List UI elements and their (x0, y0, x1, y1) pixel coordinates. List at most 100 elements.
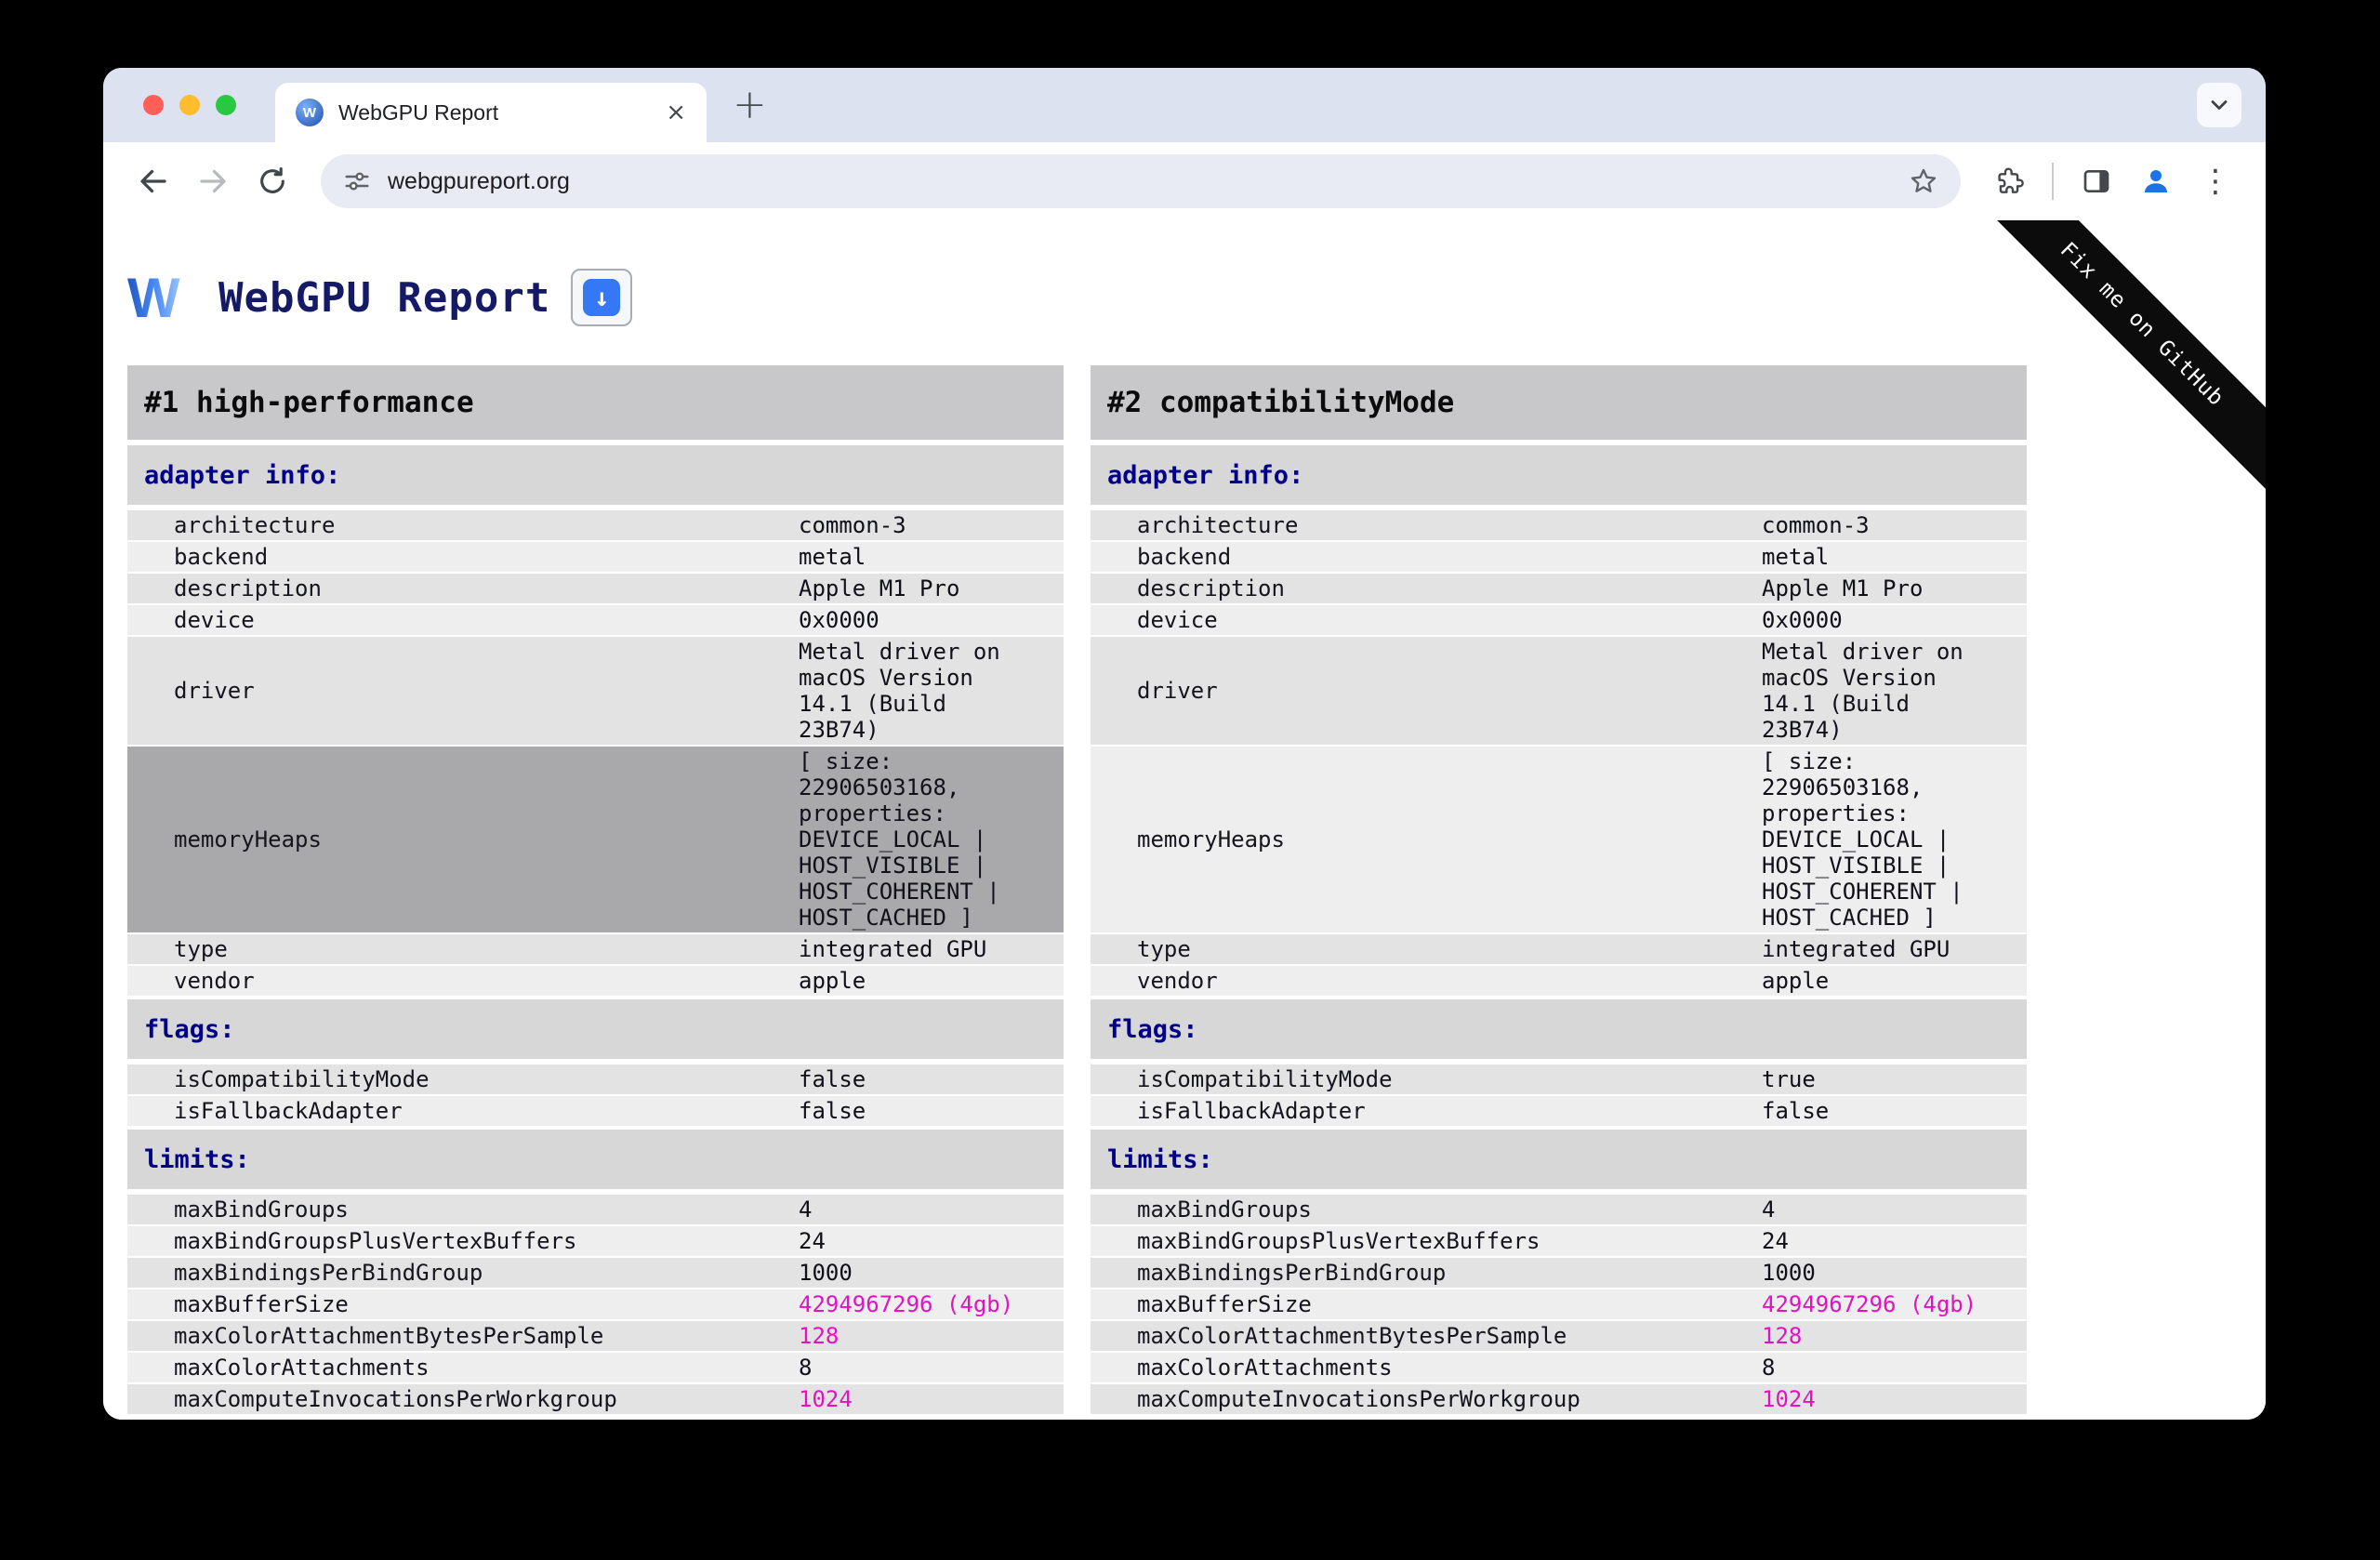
row-value: common-3 (789, 510, 1064, 540)
browser-menu-button[interactable]: ⋮ (2189, 155, 2241, 207)
tab-bar: W WebGPU Report × + (103, 68, 2266, 142)
row-key: vendor (127, 966, 789, 996)
minimize-window-button[interactable] (179, 95, 200, 115)
side-panel-button[interactable] (2070, 155, 2122, 207)
table-row: vendor apple (127, 966, 1064, 996)
row-key: maxBindGroups (1091, 1195, 1752, 1224)
webgpu-logo-icon: W (127, 271, 180, 324)
row-value: 1000 (789, 1258, 1064, 1288)
row-value: 8 (1752, 1353, 2027, 1382)
table-row: isCompatibilityMode true (1091, 1064, 2027, 1094)
row-value: apple (1752, 966, 2027, 996)
table-row: architecture common-3 (1091, 510, 2027, 540)
table-row: driver Metal driver on macOS Version 14.1… (1091, 637, 2027, 745)
row-key: description (1091, 574, 1752, 603)
table-row: maxBufferSize 4294967296 (4gb) (127, 1289, 1064, 1319)
table-row: maxBindGroups 4 (127, 1195, 1064, 1224)
row-key: maxBindGroupsPlusVertexBuffers (127, 1226, 789, 1256)
tab-search-button[interactable] (2197, 83, 2241, 127)
adapter-table-title: #1 high-performance (127, 365, 1064, 440)
table-row: maxBindGroupsPlusVertexBuffers 24 (127, 1226, 1064, 1256)
row-value: 4294967296 (4gb) (789, 1289, 1064, 1319)
forward-button[interactable] (187, 155, 239, 207)
profile-button[interactable] (2130, 155, 2182, 207)
row-value: 128 (789, 1321, 1064, 1351)
section-header: limits: (1091, 1130, 2027, 1189)
row-key: maxBindGroups (127, 1195, 789, 1224)
table-row: maxColorAttachmentBytesPerSample 128 (127, 1321, 1064, 1351)
table-row: device 0x0000 (127, 605, 1064, 635)
row-key: maxColorAttachmentBytesPerSample (127, 1321, 789, 1351)
table-row: device 0x0000 (1091, 605, 2027, 635)
table-row: backend metal (1091, 542, 2027, 572)
bookmark-star-icon[interactable] (1909, 166, 1938, 196)
section-header: flags: (1091, 999, 2027, 1059)
adapter-table: #2 compatibilityMode adapter info: archit… (1091, 365, 2027, 1416)
toolbar-divider (2052, 163, 2054, 200)
url-text[interactable]: webgpureport.org (388, 168, 1892, 195)
row-value: [ size: 22906503168, properties: DEVICE_… (789, 747, 1064, 932)
page-title: WebGPU Report (218, 273, 551, 322)
profile-avatar-icon (2145, 170, 2167, 192)
row-value: true (1752, 1064, 2027, 1094)
row-value: metal (789, 542, 1064, 572)
new-tab-button[interactable]: + (733, 85, 767, 126)
row-key: vendor (1091, 966, 1752, 996)
table-row: maxBindingsPerBindGroup 1000 (1091, 1258, 2027, 1288)
row-value: integrated GPU (1752, 934, 2027, 964)
row-value: 128 (1752, 1321, 2027, 1351)
tab-close-icon[interactable]: × (666, 99, 686, 126)
refresh-button[interactable] (246, 155, 298, 207)
table-row: maxColorAttachments 8 (127, 1353, 1064, 1382)
table-row: memoryHeaps[ size: 22906503168, properti… (127, 747, 1064, 932)
row-value: 24 (1752, 1226, 2027, 1256)
row-key: architecture (1091, 510, 1752, 540)
row-value: 1000 (1752, 1258, 2027, 1288)
back-arrow-icon (140, 169, 166, 193)
section-header: adapter info: (127, 445, 1064, 505)
adapter-table-body: adapter info: architecture common-3 backend… (1091, 445, 2027, 1414)
adapter-table-body: adapter info: architecture common-3 backend… (127, 445, 1064, 1414)
row-key: isCompatibilityMode (127, 1064, 789, 1094)
row-key: backend (127, 542, 789, 572)
traffic-lights (143, 95, 236, 115)
refresh-icon (260, 166, 284, 193)
back-button[interactable] (127, 155, 179, 207)
table-row: isFallbackAdapter false (127, 1096, 1064, 1126)
address-bar[interactable]: webgpureport.org (321, 154, 1961, 208)
table-row: architecture common-3 (127, 510, 1064, 540)
chevron-down-icon (2211, 100, 2228, 110)
page-content: W WebGPU Report ↓ Fix me on GitHub #1 hi… (103, 220, 2266, 1420)
row-key: isFallbackAdapter (1091, 1096, 1752, 1126)
forward-arrow-icon (200, 169, 226, 193)
row-key: architecture (127, 510, 789, 540)
row-value: false (1752, 1096, 2027, 1126)
table-row: maxColorAttachments 8 (1091, 1353, 2027, 1382)
row-value: common-3 (1752, 510, 2027, 540)
fullscreen-window-button[interactable] (216, 95, 236, 115)
row-value: 4 (1752, 1195, 2027, 1224)
table-row: backend metal (127, 542, 1064, 572)
row-key: memoryHeaps (1091, 747, 1752, 932)
table-row: maxBindGroups 4 (1091, 1195, 2027, 1224)
row-key: maxBindingsPerBindGroup (1091, 1258, 1752, 1288)
table-row: isFallbackAdapter false (1091, 1096, 2027, 1126)
row-key: description (127, 574, 789, 603)
tab-title: WebGPU Report (338, 99, 499, 125)
download-report-button[interactable]: ↓ (571, 269, 633, 326)
section-header: limits: (127, 1130, 1064, 1189)
row-value: 4 (789, 1195, 1064, 1224)
table-row: isCompatibilityMode false (127, 1064, 1064, 1094)
row-key: type (1091, 934, 1752, 964)
row-key: maxComputeInvocationsPerWorkgroup (127, 1384, 789, 1414)
table-row: maxComputeInvocationsPerWorkgroup 1024 (127, 1384, 1064, 1414)
row-key: driver (127, 637, 789, 745)
row-key: maxBufferSize (1091, 1289, 1752, 1319)
table-row: maxBufferSize 4294967296 (4gb) (1091, 1289, 2027, 1319)
side-panel-icon (2083, 170, 2109, 192)
extensions-button[interactable] (1983, 155, 2035, 207)
adapter-table: #1 high-performance adapter info: archite… (127, 365, 1064, 1416)
row-value: 24 (789, 1226, 1064, 1256)
tab-webgpu-report[interactable]: W WebGPU Report × (275, 83, 707, 142)
close-window-button[interactable] (143, 95, 164, 115)
